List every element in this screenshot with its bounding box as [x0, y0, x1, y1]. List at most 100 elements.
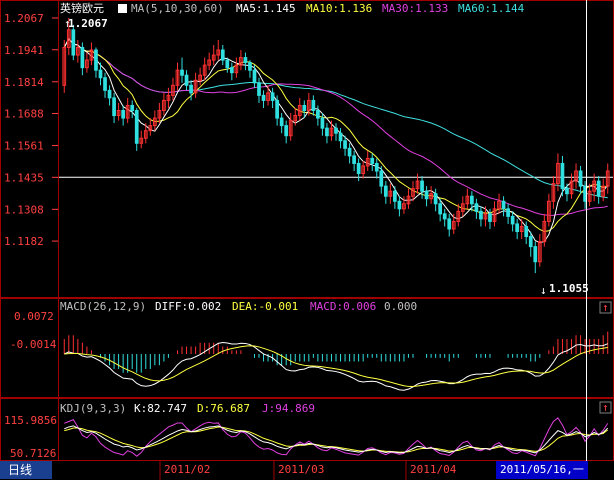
candle-body: [442, 213, 447, 220]
high-marker-label: 1.2067: [68, 17, 108, 30]
candle-body: [316, 110, 320, 119]
kdj-tick-top: 115.9856: [4, 414, 57, 427]
candle-body: [470, 195, 474, 205]
candle-body: [424, 190, 429, 200]
macd-series: [63, 331, 609, 391]
date-axis: 2011/02 2011/03 2011/04: [159, 460, 457, 480]
candle-body: [320, 117, 325, 129]
macd-tick-mid: -0.0014: [10, 338, 57, 351]
candlestick-series: [62, 18, 610, 274]
candle-body: [374, 162, 379, 172]
candle-body: [279, 117, 284, 127]
candle-body: [252, 69, 257, 84]
kdj-expand-button[interactable]: ↑: [599, 401, 612, 414]
cursor-date-label: 2011/05/16,一: [496, 461, 588, 479]
candle-body: [257, 82, 261, 96]
candle-body: [220, 49, 225, 61]
candle-body: [370, 157, 375, 164]
candle-body: [515, 223, 520, 233]
chart-canvas[interactable]: 1.2067 1.1941 1.1814 1.1688 1.1561 1.1435 1.13…: [0, 0, 614, 480]
ma-params: MA(5,10,30,60): [131, 2, 224, 15]
candle-body: [479, 210, 483, 220]
candle-body: [379, 170, 384, 187]
kdj-d-value: D:76.687: [197, 402, 250, 415]
candle-body: [270, 92, 275, 101]
candle-body: [524, 225, 529, 238]
ma-settings-icon[interactable]: [118, 4, 127, 13]
candle-body: [397, 200, 402, 210]
low-marker-label: 1.1055: [549, 282, 589, 295]
candle-body: [565, 188, 569, 195]
candle-body: [80, 46, 85, 69]
candle-body: [184, 74, 189, 86]
candle-body: [107, 89, 112, 99]
candle-body: [438, 203, 443, 215]
candle-body: [229, 67, 234, 74]
candle-body: [510, 215, 515, 225]
low-marker-arrow: ↓: [540, 284, 547, 297]
svg-text:↑: ↑: [602, 301, 609, 314]
macd-params: MACD(26,12,9): [60, 300, 146, 313]
macd-tick-top: 0.0072: [14, 310, 54, 323]
kdj-params: KDJ(9,3,3): [60, 402, 126, 415]
candle-body: [112, 97, 116, 117]
candle-body: [393, 190, 397, 202]
candle-body: [134, 110, 139, 144]
high-marker-arrow: ↑: [64, 17, 71, 30]
price-tick-label: 1.1182: [4, 235, 44, 248]
candle-body: [474, 203, 479, 212]
date-label: 2011/04: [410, 463, 457, 476]
candle-body: [121, 110, 125, 119]
candle-body: [533, 246, 538, 263]
candle-body: [275, 99, 279, 119]
candle-body: [103, 77, 107, 91]
period-tab-daily[interactable]: 日线: [0, 461, 52, 479]
candle-body: [560, 162, 565, 190]
candle-body: [343, 140, 347, 149]
ma10-value: MA10:1.136: [306, 2, 372, 15]
candle-body: [383, 185, 388, 197]
candle-body: [248, 62, 252, 71]
candle-body: [325, 127, 329, 137]
candle-body: [352, 155, 356, 164]
candle-body: [71, 29, 76, 56]
macd-expand-button[interactable]: ↑: [599, 301, 612, 314]
candle-body: [225, 59, 230, 69]
kdj-k-value: K:82.747: [134, 402, 187, 415]
kdj-j-value: J:94.869: [262, 402, 315, 415]
candle-body: [180, 69, 184, 76]
candle-body: [284, 125, 289, 137]
price-tick-label: 1.1941: [4, 44, 44, 57]
ma30-value: MA30:1.133: [382, 2, 448, 15]
price-tick-label: 1.2067: [4, 12, 44, 25]
candle-body: [189, 84, 193, 94]
candle-body: [596, 180, 601, 197]
candle-body: [130, 104, 135, 112]
candle-body: [356, 162, 361, 175]
macd-panel-frame: [0, 298, 614, 398]
candle-body: [311, 99, 316, 112]
candle-body: [94, 49, 98, 71]
price-tick-label: 1.1435: [4, 171, 44, 184]
candle-body: [261, 94, 266, 101]
kdj-series: [64, 417, 609, 457]
candle-body: [501, 200, 506, 210]
kdj-tick-mid: 50.7126: [10, 447, 56, 460]
ma5-value: MA5:1.145: [236, 2, 296, 15]
macd-hist-value: MACD:0.006: [310, 300, 376, 313]
price-tick-label: 1.1308: [4, 203, 44, 216]
candle-body: [420, 180, 424, 192]
price-tick-label: 1.1561: [4, 140, 44, 153]
candle-body: [334, 127, 338, 134]
macd-diff-value: DIFF:0.002: [155, 300, 221, 313]
macd-dea-value: DEA:-0.001: [232, 300, 298, 313]
candle-body: [98, 69, 103, 79]
kdj-d-line: [64, 426, 609, 453]
symbol-name: 英镑欧元: [60, 1, 104, 15]
macd-zero-value: 0.000: [384, 300, 417, 313]
candle-body: [433, 193, 438, 205]
candle-body: [488, 213, 492, 222]
price-tick-label: 1.1688: [4, 108, 44, 121]
candle-body: [338, 132, 343, 142]
candle-body: [347, 147, 352, 157]
